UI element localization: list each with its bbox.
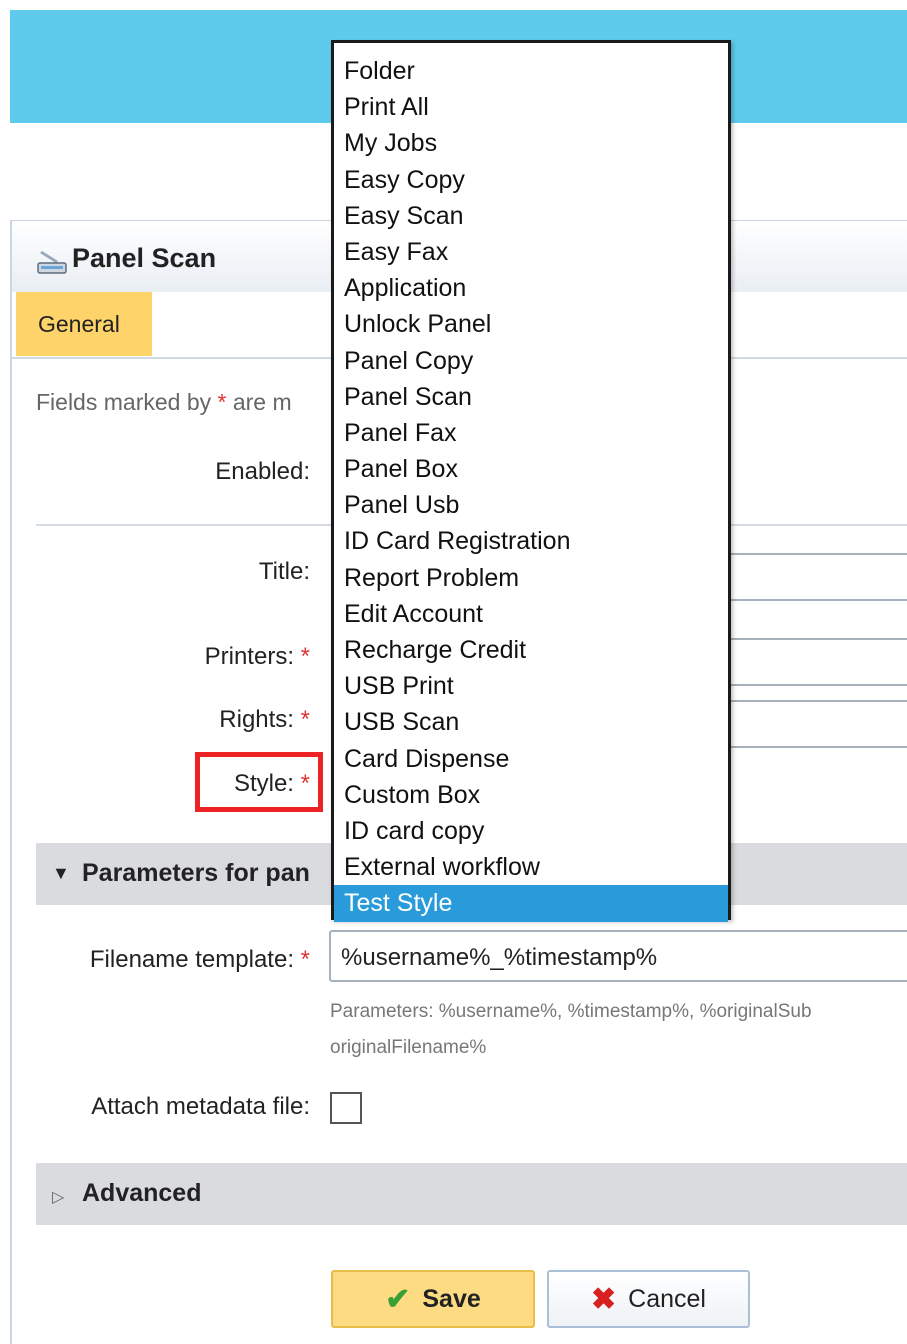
title-label: Title: <box>258 558 310 585</box>
attach-metadata-checkbox[interactable] <box>330 1092 362 1124</box>
rights-required-mark: * <box>300 706 310 733</box>
filename-parameters-help: Parameters: %username%, %timestamp%, %or… <box>330 994 812 1066</box>
style-option[interactable]: Panel Box <box>334 451 728 487</box>
style-option[interactable]: External workflow <box>334 849 728 885</box>
style-option[interactable]: Easy Copy <box>334 162 728 198</box>
style-option[interactable]: Easy Scan <box>334 198 728 234</box>
filename-label-text: Filename template: <box>89 946 294 973</box>
rights-select[interactable] <box>716 700 907 748</box>
required-fields-hint: Fields marked by * are m <box>36 389 292 416</box>
advanced-section-title: Advanced <box>82 1179 202 1207</box>
filename-required-mark: * <box>300 946 310 973</box>
filename-template-input[interactable]: %username%_%timestamp% <box>329 930 907 982</box>
panel-title: Panel Scan <box>72 243 217 273</box>
style-option[interactable]: Panel Fax <box>334 415 728 451</box>
style-option[interactable]: USB Print <box>334 668 728 704</box>
style-option[interactable]: Unlock Panel <box>334 306 728 342</box>
checkmark-icon: ✔ <box>385 1282 411 1316</box>
printers-label-text: Printers: <box>204 643 294 670</box>
parameters-section-title: Parameters for pan <box>82 859 310 887</box>
hint-text-after: are m <box>226 389 292 415</box>
style-option[interactable]: Edit Account <box>334 596 728 632</box>
expanded-triangle-icon: ▼ <box>52 863 70 883</box>
style-option[interactable]: Test Style <box>334 885 728 922</box>
enabled-label: Enabled: <box>215 458 310 485</box>
style-option[interactable]: Panel Scan <box>334 379 728 415</box>
rights-label-text: Rights: <box>219 706 294 733</box>
attach-metadata-label: Attach metadata file: <box>91 1093 310 1120</box>
style-option[interactable]: Recharge Credit <box>334 632 728 668</box>
advanced-section-header[interactable]: ▷ Advanced <box>36 1163 907 1225</box>
style-option[interactable]: My Jobs <box>334 125 728 161</box>
rights-label: Rights: * <box>150 706 310 734</box>
printers-label: Printers: * <box>150 643 310 671</box>
style-option[interactable]: Custom Box <box>334 777 728 813</box>
style-option[interactable]: Print All <box>334 89 728 125</box>
style-option[interactable]: Easy Fax <box>334 234 728 270</box>
printers-required-mark: * <box>300 643 310 670</box>
style-option[interactable]: ID Card Registration <box>334 523 728 559</box>
title-input[interactable] <box>716 553 907 601</box>
save-button[interactable]: ✔ Save <box>331 1270 535 1328</box>
style-option[interactable]: Panel Copy <box>334 343 728 379</box>
style-option[interactable]: USB Scan <box>334 704 728 740</box>
cross-icon: ✖ <box>591 1282 617 1316</box>
tab-general[interactable]: General <box>16 292 152 356</box>
style-option[interactable]: Application <box>334 270 728 306</box>
filename-template-label: Filename template: * <box>30 946 310 974</box>
printers-select[interactable] <box>716 638 907 686</box>
style-option[interactable]: Panel Usb <box>334 487 728 523</box>
cancel-button[interactable]: ✖ Cancel <box>547 1270 750 1328</box>
save-button-label: Save <box>422 1284 481 1313</box>
style-option[interactable]: ID card copy <box>334 813 728 849</box>
style-option[interactable]: Report Problem <box>334 560 728 596</box>
scanner-icon <box>37 251 67 274</box>
style-label-highlight <box>195 752 323 812</box>
style-option[interactable]: Card Dispense <box>334 741 728 777</box>
help-line-1: Parameters: %username%, %timestamp%, %or… <box>330 1001 812 1022</box>
collapsed-triangle-icon: ▷ <box>52 1189 65 1206</box>
cancel-button-label: Cancel <box>628 1284 706 1313</box>
help-line-2: originalFilename% <box>330 1037 487 1058</box>
style-option[interactable]: Folder <box>334 53 728 89</box>
style-dropdown-list[interactable]: Folder Print All My Jobs Easy Copy Easy Scan… <box>331 40 731 922</box>
hint-text-before: Fields marked by <box>36 389 218 415</box>
